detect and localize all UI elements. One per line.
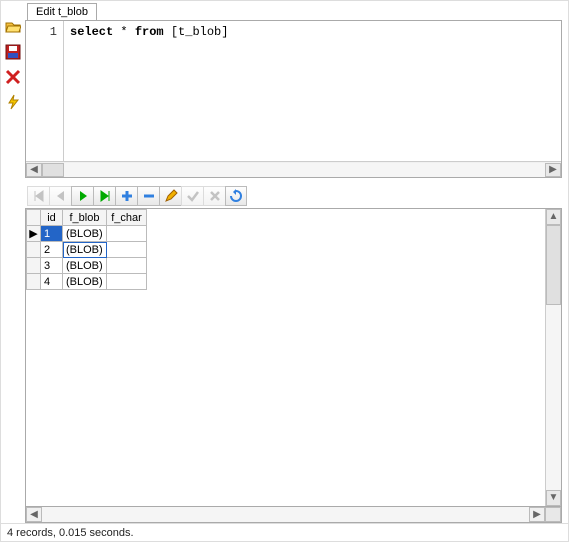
editor-hscrollbar[interactable]: ◀ ▶ xyxy=(26,161,561,177)
save-icon[interactable] xyxy=(5,44,21,63)
cell-fchar[interactable] xyxy=(107,226,147,242)
scroll-thumb[interactable] xyxy=(42,163,64,177)
cell-fblob[interactable]: (BLOB) xyxy=(63,274,107,290)
cell-fblob[interactable]: (BLOB) xyxy=(63,226,107,242)
chevron-left-icon: ◀ xyxy=(30,165,38,175)
delete-icon[interactable] xyxy=(5,69,21,88)
table-row[interactable]: ▶ 1 (BLOB) xyxy=(27,226,147,242)
row-marker-icon xyxy=(27,242,41,258)
sql-text: * xyxy=(113,25,135,39)
refresh-button[interactable] xyxy=(225,186,247,206)
chevron-up-icon: ▲ xyxy=(549,212,559,222)
cancel-button[interactable] xyxy=(203,186,225,206)
grid-nav-toolbar xyxy=(25,184,562,208)
cell-fblob[interactable]: (BLOB) xyxy=(63,258,107,274)
cell-id[interactable]: 1 xyxy=(41,226,63,242)
cell-fblob[interactable]: (BLOB) xyxy=(63,242,107,258)
first-record-button[interactable] xyxy=(27,186,49,206)
chevron-right-icon: ▶ xyxy=(549,165,557,175)
next-record-button[interactable] xyxy=(71,186,93,206)
prev-record-button[interactable] xyxy=(49,186,71,206)
sql-text: [t_blob] xyxy=(164,25,229,39)
cell-id[interactable]: 4 xyxy=(41,274,63,290)
grid-table[interactable]: id f_blob f_char ▶ 1 (BLOB) 2 (BLOB) xyxy=(26,209,147,290)
results-grid: id f_blob f_char ▶ 1 (BLOB) 2 (BLOB) xyxy=(25,208,562,507)
scroll-thumb[interactable] xyxy=(546,225,561,305)
chevron-down-icon: ▼ xyxy=(549,493,559,503)
delete-record-button[interactable] xyxy=(137,186,159,206)
table-row[interactable]: 2 (BLOB) xyxy=(27,242,147,258)
editor-code[interactable]: select * from [t_blob] xyxy=(64,21,561,161)
table-row[interactable]: 4 (BLOB) xyxy=(27,274,147,290)
sql-keyword: from xyxy=(135,25,164,39)
col-header-fblob[interactable]: f_blob xyxy=(63,210,107,226)
edit-record-button[interactable] xyxy=(159,186,181,206)
cell-fchar[interactable] xyxy=(107,258,147,274)
cell-fchar[interactable] xyxy=(107,242,147,258)
grid-hscrollbar[interactable]: ◀ ▶ xyxy=(25,507,562,523)
row-marker-icon xyxy=(27,258,41,274)
row-header-blank xyxy=(27,210,41,226)
side-toolbar xyxy=(1,1,25,523)
col-header-fchar[interactable]: f_char xyxy=(107,210,147,226)
editor-gutter: 1 xyxy=(26,21,64,161)
grid-vscrollbar[interactable]: ▲ ▼ xyxy=(545,209,561,506)
post-button[interactable] xyxy=(181,186,203,206)
execute-icon[interactable] xyxy=(5,94,21,113)
col-header-id[interactable]: id xyxy=(41,210,63,226)
chevron-right-icon: ▶ xyxy=(533,510,541,520)
tab-edit-tblob[interactable]: Edit t_blob xyxy=(27,3,97,20)
chevron-left-icon: ◀ xyxy=(30,510,38,520)
last-record-button[interactable] xyxy=(93,186,115,206)
row-marker-icon xyxy=(27,274,41,290)
row-marker-icon: ▶ xyxy=(27,226,41,242)
sql-editor: 1 select * from [t_blob] ◀ ▶ xyxy=(25,20,562,178)
cell-id[interactable]: 3 xyxy=(41,258,63,274)
table-row[interactable]: 3 (BLOB) xyxy=(27,258,147,274)
sql-keyword: select xyxy=(70,25,113,39)
cell-fchar[interactable] xyxy=(107,274,147,290)
insert-record-button[interactable] xyxy=(115,186,137,206)
status-text: 4 records, 0.015 seconds. xyxy=(7,527,134,539)
cell-id[interactable]: 2 xyxy=(41,242,63,258)
open-icon[interactable] xyxy=(5,19,21,38)
status-bar: 4 records, 0.015 seconds. xyxy=(1,523,568,541)
